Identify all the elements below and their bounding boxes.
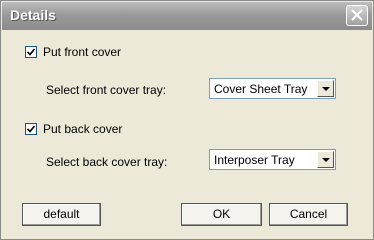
- close-icon: [351, 9, 363, 21]
- front-tray-value: Cover Sheet Tray: [214, 82, 308, 96]
- checkmark-icon: [27, 125, 35, 133]
- default-button[interactable]: default: [22, 203, 101, 226]
- front-cover-checkbox-box[interactable]: [25, 46, 37, 58]
- front-tray-label: Select front cover tray:: [46, 83, 167, 97]
- chevron-down-icon: [322, 87, 330, 91]
- back-cover-checkbox-box[interactable]: [25, 123, 37, 135]
- front-tray-select[interactable]: Cover Sheet Tray: [209, 78, 336, 99]
- back-tray-dropdown-button[interactable]: [317, 151, 334, 168]
- ok-button[interactable]: OK: [181, 203, 262, 226]
- back-tray-label: Select back cover tray:: [46, 155, 168, 169]
- back-cover-checkbox[interactable]: Put back cover: [25, 122, 122, 136]
- close-button[interactable]: [346, 5, 368, 26]
- front-tray-dropdown-button[interactable]: [317, 80, 334, 97]
- checkmark-icon: [27, 48, 35, 56]
- details-dialog: Details Put front cover Select front cov…: [0, 0, 374, 240]
- chevron-down-icon: [322, 158, 330, 162]
- back-cover-checkbox-label: Put back cover: [43, 122, 123, 136]
- cancel-button[interactable]: Cancel: [269, 203, 348, 226]
- back-tray-select[interactable]: Interposer Tray: [209, 149, 336, 170]
- front-cover-checkbox[interactable]: Put front cover: [25, 45, 121, 59]
- window-title: Details: [10, 7, 56, 23]
- front-cover-checkbox-label: Put front cover: [43, 45, 122, 59]
- title-bar: Details: [2, 2, 372, 30]
- back-tray-value: Interposer Tray: [214, 153, 295, 167]
